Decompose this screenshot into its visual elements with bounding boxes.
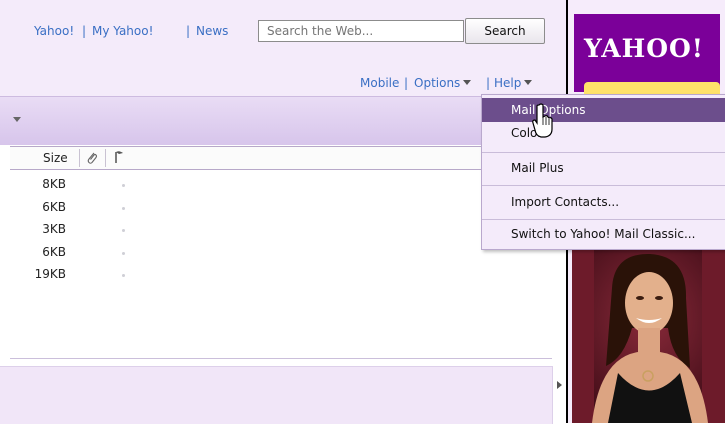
size-column-header[interactable]: Size (43, 147, 68, 169)
flag-placeholder-icon (122, 252, 125, 255)
column-divider (105, 149, 106, 167)
message-row[interactable]: 6KB (10, 200, 490, 218)
column-divider (79, 149, 80, 167)
flag-icon[interactable] (114, 147, 126, 169)
help-dropdown-menu: Mail Options Colors Mail Plus Import Con… (481, 94, 725, 250)
paperclip-icon[interactable] (86, 147, 98, 169)
menu-divider (482, 185, 725, 186)
news-link[interactable]: News (196, 24, 228, 38)
my-yahoo-link[interactable]: My Yahoo! (92, 24, 153, 38)
flag-placeholder-icon (122, 184, 125, 187)
search-input[interactable] (258, 20, 464, 42)
expand-arrow-icon[interactable] (557, 381, 562, 389)
message-row[interactable]: 6KB (10, 245, 490, 263)
help-menu[interactable]: Help (494, 76, 533, 90)
menu-divider (482, 152, 725, 153)
menu-divider (482, 219, 725, 220)
flag-placeholder-icon (122, 274, 125, 277)
header-bar (0, 0, 566, 96)
options-chevron-down-icon (463, 80, 472, 85)
help-chevron-down-icon (524, 80, 533, 85)
message-size: 6KB (42, 200, 66, 214)
message-size: 19KB (34, 267, 66, 281)
flag-placeholder-icon (122, 229, 125, 232)
link-separator: | (486, 76, 491, 90)
message-row[interactable]: 19KB (10, 267, 490, 285)
message-size: 6KB (42, 245, 66, 259)
message-size: 8KB (42, 177, 66, 191)
search-button[interactable]: Search (465, 18, 545, 44)
preview-pane (0, 366, 553, 424)
link-separator: | (404, 76, 409, 90)
mobile-link[interactable]: Mobile (360, 76, 399, 90)
help-label: Help (494, 76, 522, 90)
link-separator: | (82, 24, 87, 38)
list-divider (10, 358, 552, 359)
menu-item-switch-classic[interactable]: Switch to Yahoo! Mail Classic... (482, 222, 725, 246)
flag-placeholder-icon (122, 207, 125, 210)
yahoo-logo: YAHOO! (584, 34, 704, 63)
hand-cursor-icon (532, 103, 554, 142)
yahoo-link[interactable]: Yahoo! (34, 24, 74, 38)
message-size: 3KB (42, 222, 66, 236)
menu-item-mail-plus[interactable]: Mail Plus (482, 156, 725, 180)
message-row[interactable]: 3KB (10, 222, 490, 240)
toolbar-chevron-down-icon[interactable] (13, 117, 21, 122)
link-separator: | (186, 24, 191, 38)
menu-item-import-contacts[interactable]: Import Contacts... (482, 190, 725, 214)
menu-item-colors[interactable]: Colors (482, 121, 725, 145)
menu-item-mail-options[interactable]: Mail Options (482, 98, 725, 122)
options-menu[interactable]: Options (414, 76, 472, 90)
options-label: Options (414, 76, 461, 90)
message-row[interactable]: 8KB (10, 177, 490, 195)
ad-photo[interactable] (572, 248, 725, 423)
